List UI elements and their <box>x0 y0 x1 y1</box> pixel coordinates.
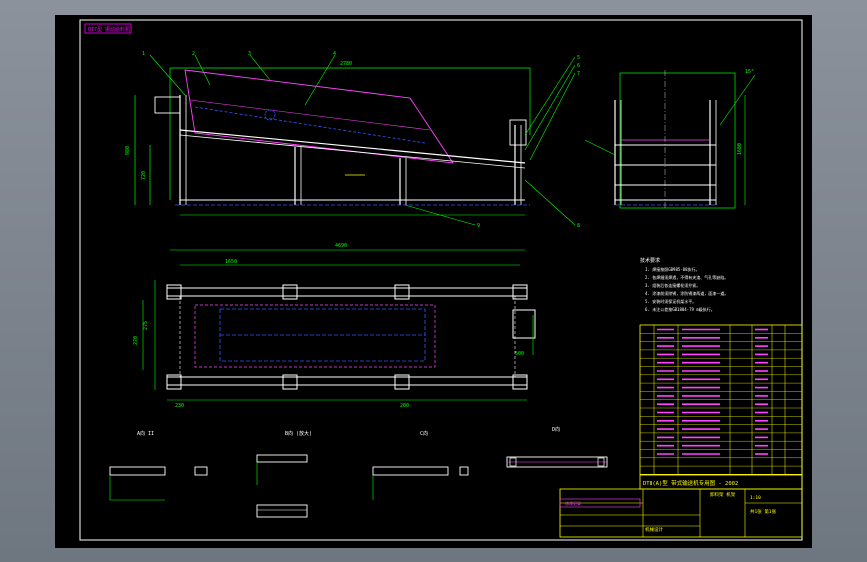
note-3: 3. 组装后各连接螺栓须拧紧。 <box>645 282 700 288</box>
note-2: 2. 各焊缝须焊透，不得有夹渣、气孔等缺陷。 <box>645 274 728 280</box>
part-label-9: 9 <box>477 223 480 229</box>
corner-tag: QT7型 振动给料机 <box>88 26 130 33</box>
drawing-sheet: QT7型 振动给料机 980 720 2780 1 2 3 4 5 6 7 8 … <box>55 15 812 548</box>
title-block-drawing-name: 卸料架 机架 <box>710 491 736 498</box>
dim-plan-span: 1650 <box>225 259 237 265</box>
part-label-6: 6 <box>577 63 580 69</box>
view-a-label: A向 II <box>137 430 154 437</box>
part-label-4: 4 <box>333 51 336 57</box>
dim-plan-length: 4690 <box>335 243 347 249</box>
dim-side-2: 270 <box>133 336 139 345</box>
technical-notes: 技术要求 1. 焊接按照GB985-88执行。 2. 各焊缝须焊透，不得有夹渣、… <box>640 257 728 312</box>
dim-bottom-2: 200 <box>400 403 409 409</box>
view-b-label: B向 (放大) <box>285 430 312 437</box>
notes-title: 技术要求 <box>640 257 660 264</box>
part-label-1: 1 <box>142 51 145 57</box>
dim-side-1: 500 <box>515 351 524 357</box>
detail-views: A向 II B向 (放大) C向 D向 <box>109 426 608 518</box>
title-block-title: DTⅡ(A)型 带式输送机专用图 - 2002 <box>643 479 738 487</box>
cad-drawing: QT7型 振动给料机 980 720 2780 1 2 3 4 5 6 7 8 … <box>79 19 803 541</box>
note-4: 4. 涂漆前须除锈，涂防锈漆两道，面漆一道。 <box>645 290 728 296</box>
dim-height-sub: 720 <box>141 171 147 180</box>
note-5: 5. 安装时须保证机架水平。 <box>645 298 696 304</box>
part-label-5: 5 <box>577 55 580 61</box>
dim-side-3: 275 <box>143 321 149 330</box>
part-label-3: 3 <box>248 51 251 57</box>
dim-angle: 15° <box>745 69 754 75</box>
view-d-label: D向 <box>552 426 560 433</box>
title-block-sheet: 共1张 第1张 <box>750 508 777 515</box>
dim-width-right: 1600 <box>737 143 743 155</box>
side-elevation-view: 980 720 2780 1 2 3 4 5 6 7 8 9 <box>125 51 580 229</box>
drawing-frame <box>79 19 803 541</box>
parts-list <box>639 324 803 475</box>
part-label-2: 2 <box>192 51 195 57</box>
dim-bottom-1: 230 <box>175 403 184 409</box>
plan-view: 4690 1650 500 270 275 230 200 <box>133 243 536 409</box>
title-block-scale: 1:10 <box>750 495 761 501</box>
view-c-label: C向 <box>420 430 428 437</box>
dim-height-left: 980 <box>125 146 131 155</box>
note-1: 1. 焊接按照GB985-88执行。 <box>645 266 700 272</box>
revision-header: 修改记录 <box>565 500 581 506</box>
title-block-company: 机械设计 <box>645 526 663 533</box>
title-block: 卸料架 机架 机械设计 1:10 共1张 第1张 <box>559 488 803 538</box>
note-6: 6. 未注公差按GB1804-79 m级执行。 <box>645 306 715 312</box>
part-label-7: 7 <box>577 71 580 77</box>
dim-length-total: 2780 <box>340 61 352 67</box>
end-view: 1600 15° <box>584 69 756 210</box>
part-label-8: 8 <box>577 223 580 229</box>
